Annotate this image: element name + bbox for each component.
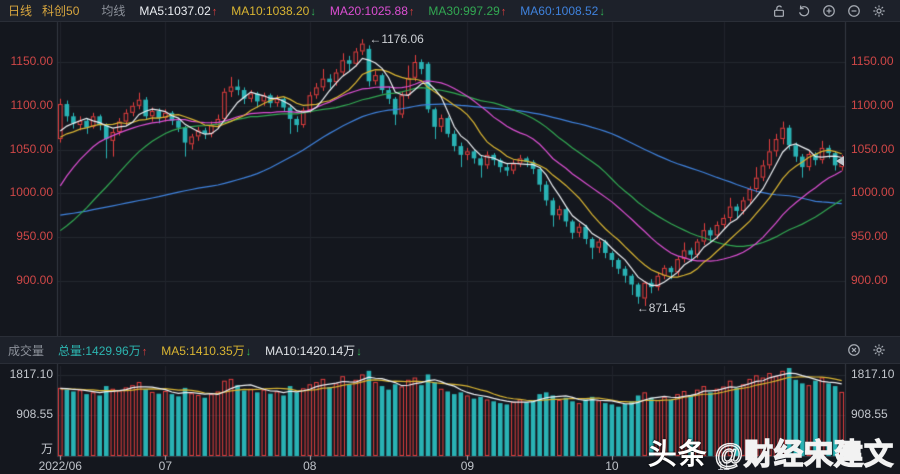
zoom-out-icon[interactable]: [847, 4, 861, 18]
last-price-marker: [836, 155, 844, 166]
volume-header: 成交量 总量:1429.96万↑ MA5:1410.35万↓ MA10:1420.1…: [0, 336, 900, 364]
watermark: 头条 @财经宋建文: [648, 431, 894, 473]
date-label: 2022/06: [38, 459, 82, 473]
ma-legend-item-2: MA20:1025.88↑: [329, 3, 415, 18]
ma-legend-item-4: MA60:1008.52↓: [520, 3, 605, 18]
price-tick-right: 1150.00: [851, 54, 894, 68]
low-annotation: ←871.45: [636, 301, 686, 315]
price-tick-right: 1100.00: [851, 97, 894, 112]
price-tick-right: 1050.00: [851, 141, 895, 156]
symbol-name[interactable]: 科创50: [42, 2, 79, 19]
down-arrow-icon: ↓: [599, 5, 605, 18]
volume-title: 成交量: [8, 343, 45, 358]
date-label: 09: [460, 459, 475, 473]
up-arrow-icon: ↑: [211, 5, 218, 18]
ma-settings-label[interactable]: 均线: [101, 2, 125, 19]
volume-legend-item-0: 总量:1429.96万↑: [58, 343, 148, 358]
price-tick-left: 1100.00: [10, 97, 54, 112]
ma-legend: MA5:1037.02↑ MA10:1038.20↓ MA20:1025.88↑ MA…: [139, 4, 618, 18]
high-annotation: ←1176.06: [369, 32, 424, 47]
volume-header-icons: [847, 343, 892, 357]
ma-legend-item-0: MA5:1037.02↑: [139, 3, 218, 18]
price-tick-left: 900.00: [16, 273, 53, 287]
price-tick-left: 950.00: [16, 229, 53, 244]
price-tick-right: 900.00: [851, 273, 888, 287]
settings-icon[interactable]: [872, 4, 886, 18]
up-arrow-icon: ↑: [408, 5, 415, 18]
volume-legend: 总量:1429.96万↑ MA5:1410.35万↓ MA10:1420.14万↓: [58, 342, 376, 359]
volume-tick-left: 1817.10: [9, 366, 53, 381]
period-tab[interactable]: 日线: [8, 2, 32, 19]
ma-legend-item-3: MA30:997.29↑: [428, 3, 507, 18]
volume-tick-left: 908.55: [16, 407, 53, 422]
toolbar: 日线 科创50 均线 MA5:1037.02↑ MA10:1038.20↓ MA20…: [0, 0, 900, 22]
volume-tick-right: 1817.10: [851, 366, 895, 381]
down-arrow-icon: ↓: [356, 345, 362, 358]
down-arrow-icon: ↓: [245, 345, 252, 358]
up-arrow-icon: ↑: [500, 5, 507, 18]
watermark-handle: @财经宋建文: [714, 438, 894, 471]
up-arrow-icon: ↑: [141, 345, 148, 358]
lock-open-icon[interactable]: [772, 4, 786, 18]
price-tick-left: 1000.00: [9, 185, 53, 200]
close-circle-icon[interactable]: [847, 343, 861, 357]
date-label: 10: [605, 459, 619, 473]
watermark-brand: 头条: [647, 439, 708, 471]
stock-chart-app: 日线 科创50 均线 MA5:1037.02↑ MA10:1038.20↓ MA20…: [0, 0, 900, 474]
ma-legend-item-1: MA10:1038.20↓: [231, 3, 316, 18]
date-label: 08: [303, 459, 317, 473]
undo-icon[interactable]: [797, 4, 811, 18]
price-tick-right: 1000.00: [851, 185, 895, 200]
settings-icon[interactable]: [872, 343, 886, 357]
volume-tick-right: 908.55: [851, 407, 888, 422]
toolbar-icons: [772, 4, 892, 18]
down-arrow-icon: ↓: [310, 5, 316, 18]
volume-legend-item-2: MA10:1420.14万↓: [265, 343, 362, 358]
volume-unit-label: 万: [40, 442, 53, 456]
volume-legend-item-1: MA5:1410.35万↓: [161, 343, 252, 358]
zoom-in-icon[interactable]: [822, 4, 836, 18]
price-tick-right: 950.00: [851, 229, 888, 244]
price-tick-left: 1050.00: [9, 141, 53, 156]
price-tick-left: 1150.00: [10, 54, 54, 68]
chart-canvas[interactable]: [0, 0, 900, 474]
date-label: 07: [158, 459, 173, 473]
